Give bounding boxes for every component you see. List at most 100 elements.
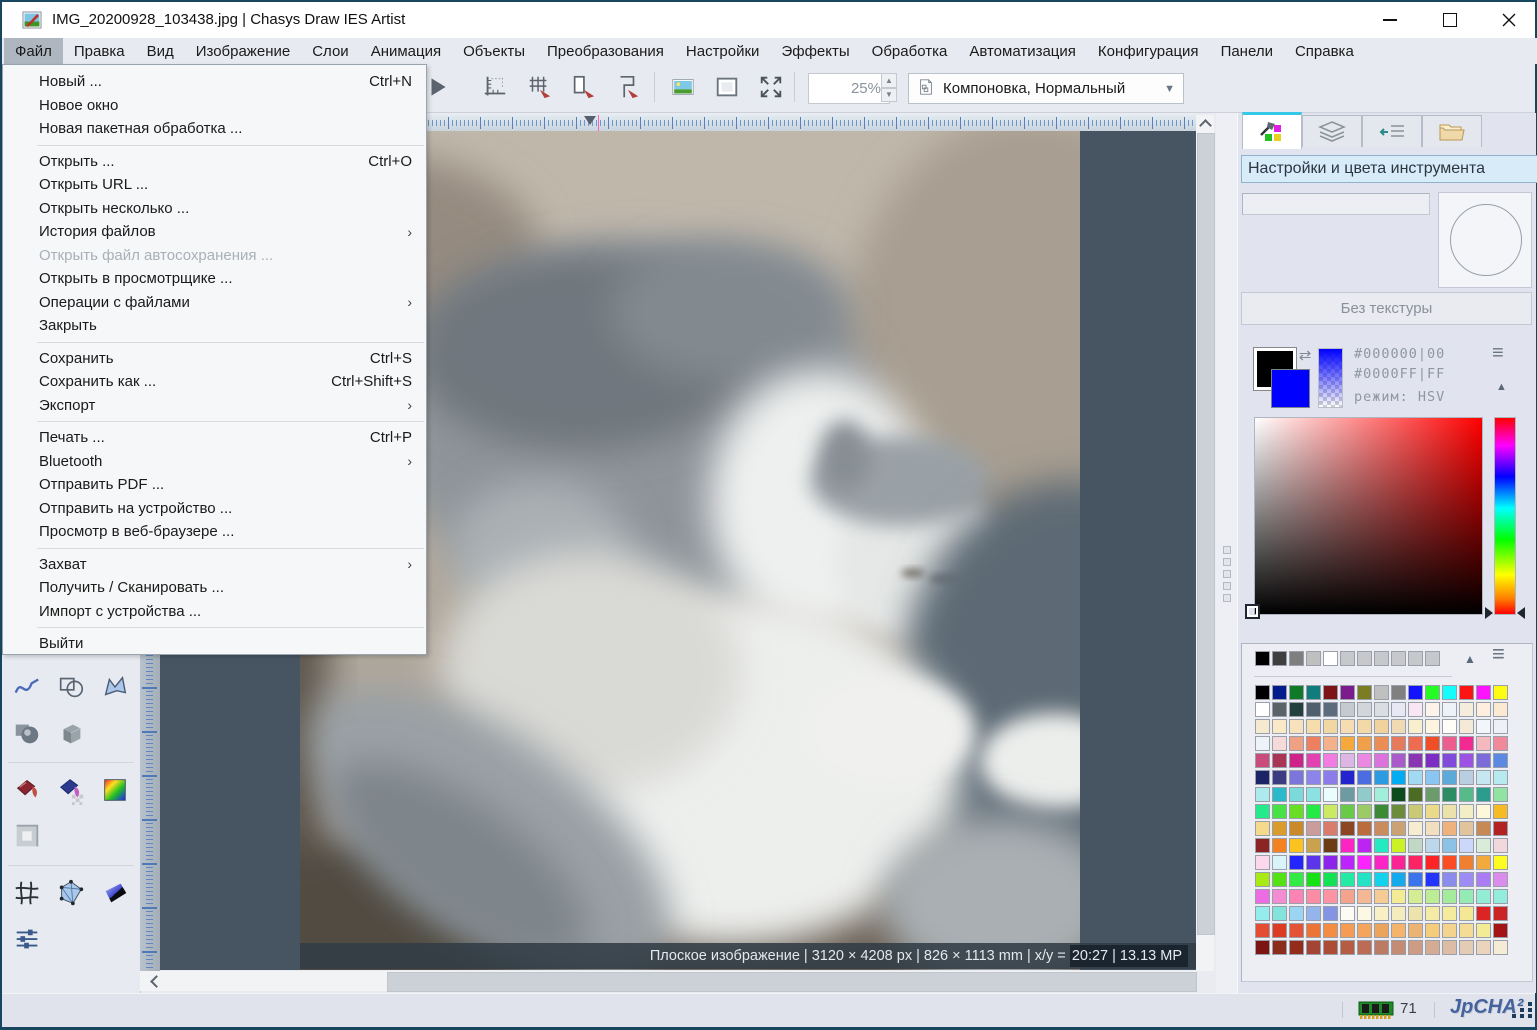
palette-swatch[interactable]	[1357, 685, 1372, 700]
palette-swatch[interactable]	[1374, 889, 1389, 904]
file-menu-item[interactable]: Закрыть	[3, 314, 426, 338]
palette-swatch[interactable]	[1391, 702, 1406, 717]
palette-swatch[interactable]	[1374, 651, 1389, 666]
palette-swatch[interactable]	[1374, 685, 1389, 700]
palette-swatch[interactable]	[1374, 838, 1389, 853]
palette-swatch[interactable]	[1408, 770, 1423, 785]
palette-swatch[interactable]	[1374, 940, 1389, 955]
menubar-item-Анимация[interactable]: Анимация	[360, 38, 452, 64]
palette-swatch[interactable]	[1442, 940, 1457, 955]
file-menu-item[interactable]: Сохранить как ... Ctrl+Shift+S	[3, 370, 426, 394]
palette-swatch[interactable]	[1323, 685, 1338, 700]
palette-swatch[interactable]	[1442, 736, 1457, 751]
filled-shapes-tool-icon[interactable]	[10, 716, 44, 750]
palette-swatch[interactable]	[1442, 719, 1457, 734]
palette-swatch[interactable]	[1493, 838, 1508, 853]
palette-swatch[interactable]	[1391, 651, 1406, 666]
palette-swatch[interactable]	[1340, 702, 1355, 717]
horizontal-scrollbar[interactable]	[140, 971, 1197, 992]
polygon-tool-icon[interactable]	[98, 670, 132, 704]
palette-swatch[interactable]	[1459, 736, 1474, 751]
panel-tab-layers-tab[interactable]	[1302, 115, 1362, 147]
texture-button[interactable]: Без текстуры	[1241, 292, 1532, 325]
menubar-item-Панели[interactable]: Панели	[1210, 38, 1284, 64]
palette-swatch[interactable]	[1323, 889, 1338, 904]
palette-swatch[interactable]	[1357, 702, 1372, 717]
palette-swatch[interactable]	[1425, 855, 1440, 870]
palette-swatch[interactable]	[1374, 702, 1389, 717]
palette-swatch[interactable]	[1493, 821, 1508, 836]
file-menu-item[interactable]: Новое окно	[3, 94, 426, 118]
palette-swatch[interactable]	[1493, 702, 1508, 717]
palette-swatch[interactable]	[1289, 838, 1304, 853]
palette-swatch[interactable]	[1323, 736, 1338, 751]
palette-swatch[interactable]	[1289, 940, 1304, 955]
palette-swatch[interactable]	[1255, 838, 1270, 853]
thumbnail-icon[interactable]	[668, 72, 698, 102]
fill-tool-icon[interactable]	[10, 773, 44, 807]
zoom-level-input[interactable]: 25%	[808, 73, 890, 104]
palette-swatch[interactable]	[1357, 906, 1372, 921]
palette-swatch[interactable]	[1272, 923, 1287, 938]
palette-swatch[interactable]	[1323, 804, 1338, 819]
palette-swatch[interactable]	[1493, 719, 1508, 734]
palette-swatch[interactable]	[1323, 923, 1338, 938]
palette-swatch[interactable]	[1459, 872, 1474, 887]
palette-swatch[interactable]	[1272, 889, 1287, 904]
palette-swatch[interactable]	[1357, 855, 1372, 870]
palette-swatch[interactable]	[1306, 872, 1321, 887]
palette-swatch[interactable]	[1255, 770, 1270, 785]
palette-swatch[interactable]	[1272, 787, 1287, 802]
file-menu-item[interactable]: Открыть несколько ...	[3, 197, 426, 221]
panel-tab-history-tab[interactable]	[1362, 115, 1422, 147]
menubar-item-Настройки[interactable]: Настройки	[675, 38, 771, 64]
palette-swatch[interactable]	[1425, 685, 1440, 700]
horizontal-scrollbar-thumb[interactable]	[387, 972, 1197, 992]
palette-swatch[interactable]	[1323, 753, 1338, 768]
vertical-scrollbar-thumb[interactable]	[1197, 133, 1215, 935]
palette-swatch[interactable]	[1374, 923, 1389, 938]
palette-swatch[interactable]	[1408, 651, 1423, 666]
palette-swatch[interactable]	[1357, 736, 1372, 751]
palette-swatch[interactable]	[1391, 838, 1406, 853]
palette-swatch[interactable]	[1289, 651, 1304, 666]
palette-swatch[interactable]	[1476, 804, 1491, 819]
palette-swatch[interactable]	[1408, 821, 1423, 836]
palette-swatch[interactable]	[1306, 651, 1321, 666]
palette-swatch[interactable]	[1493, 787, 1508, 802]
file-menu-item[interactable]: Открыть URL ...	[3, 173, 426, 197]
menubar-item-Преобразования[interactable]: Преобразования	[536, 38, 675, 64]
palette-swatch[interactable]	[1425, 753, 1440, 768]
palette-swatch[interactable]	[1357, 804, 1372, 819]
palette-swatch[interactable]	[1306, 753, 1321, 768]
menubar-item-Автоматизация[interactable]: Автоматизация	[958, 38, 1087, 64]
palette-swatch[interactable]	[1476, 872, 1491, 887]
palette-swatch[interactable]	[1272, 855, 1287, 870]
palette-swatch[interactable]	[1289, 804, 1304, 819]
palette-swatch[interactable]	[1306, 702, 1321, 717]
palette-swatch[interactable]	[1493, 855, 1508, 870]
palette-swatch[interactable]	[1425, 804, 1440, 819]
palette-swatch[interactable]	[1340, 804, 1355, 819]
palette-swatch[interactable]	[1493, 906, 1508, 921]
palette-swatch[interactable]	[1425, 821, 1440, 836]
palette-swatch[interactable]	[1459, 685, 1474, 700]
palette-swatch[interactable]	[1459, 855, 1474, 870]
palette-swatch[interactable]	[1425, 702, 1440, 717]
palette-swatch[interactable]	[1476, 736, 1491, 751]
palette-swatch[interactable]	[1391, 872, 1406, 887]
adjust-tool-icon[interactable]	[10, 922, 44, 956]
palette-swatch[interactable]	[1391, 787, 1406, 802]
palette-swatch[interactable]	[1425, 838, 1440, 853]
palette-swatch[interactable]	[1374, 753, 1389, 768]
palette-swatch[interactable]	[1459, 787, 1474, 802]
palette-swatch[interactable]	[1442, 702, 1457, 717]
palette-swatch[interactable]	[1272, 753, 1287, 768]
mesh-tool-icon[interactable]	[10, 876, 44, 910]
file-menu-item[interactable]: Сохранить Ctrl+S	[3, 347, 426, 371]
palette-swatch[interactable]	[1357, 821, 1372, 836]
palette-swatch[interactable]	[1374, 719, 1389, 734]
tool-option-box[interactable]	[1242, 193, 1430, 215]
file-menu-item[interactable]: Захват ›	[3, 553, 426, 577]
palette-swatch[interactable]	[1493, 940, 1508, 955]
